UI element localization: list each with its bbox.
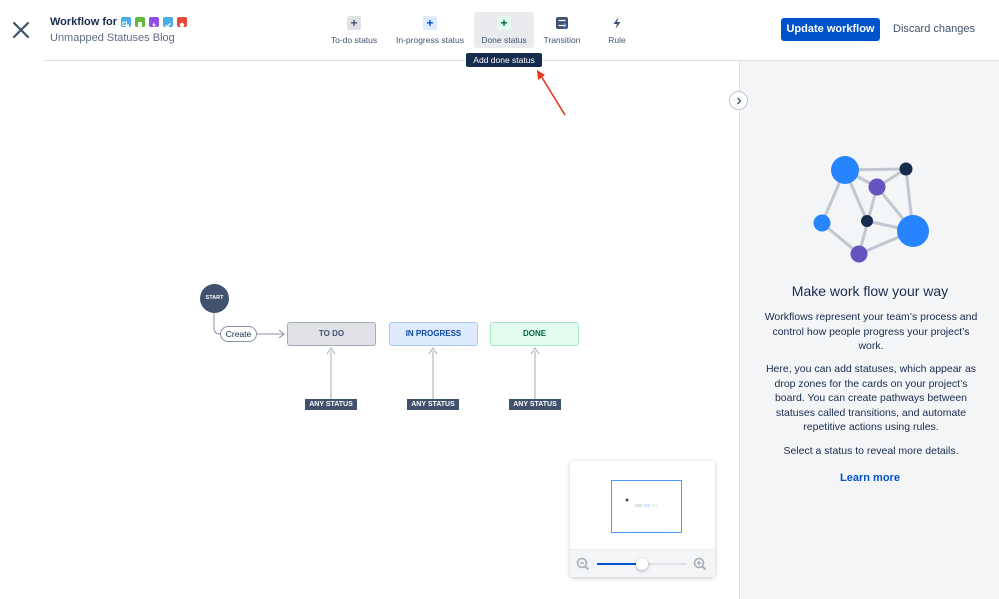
panel-heading: Make work flow your way bbox=[791, 283, 949, 299]
create-transition[interactable]: Create bbox=[220, 326, 257, 342]
start-node: START bbox=[200, 284, 229, 313]
any-status-in-progress[interactable]: ANY STATUS bbox=[407, 399, 459, 410]
zoom-controls bbox=[570, 549, 715, 577]
panel-paragraph: Workflows represent your team’s process … bbox=[764, 311, 978, 352]
zoom-slider-thumb[interactable] bbox=[636, 558, 648, 570]
collapse-panel-button[interactable] bbox=[729, 91, 748, 110]
minimap-preview bbox=[625, 498, 658, 507]
panel-paragraph: Select a status to reveal more details. bbox=[783, 445, 959, 457]
any-status-done[interactable]: ANY STATUS bbox=[509, 399, 561, 410]
status-done[interactable]: DONE bbox=[490, 322, 579, 346]
learn-more-link[interactable]: Learn more bbox=[740, 472, 999, 484]
minimap[interactable] bbox=[570, 461, 715, 577]
status-todo[interactable]: TO DO bbox=[287, 322, 376, 346]
workflow-network-illustration bbox=[813, 156, 929, 263]
zoom-out-icon[interactable] bbox=[576, 557, 590, 571]
annotation-arrow bbox=[537, 70, 566, 116]
zoom-in-icon[interactable] bbox=[693, 557, 707, 571]
minimap-viewport[interactable] bbox=[611, 480, 682, 533]
status-in-progress[interactable]: IN PROGRESS bbox=[389, 322, 478, 346]
tooltip: Add done status bbox=[466, 53, 542, 67]
panel-paragraph: Here, you can add statuses, which appear… bbox=[765, 363, 977, 433]
any-status-todo[interactable]: ANY STATUS bbox=[305, 399, 357, 410]
chevron-right-icon bbox=[736, 97, 741, 104]
info-panel: Make work flow your way Workflows repres… bbox=[739, 61, 999, 599]
